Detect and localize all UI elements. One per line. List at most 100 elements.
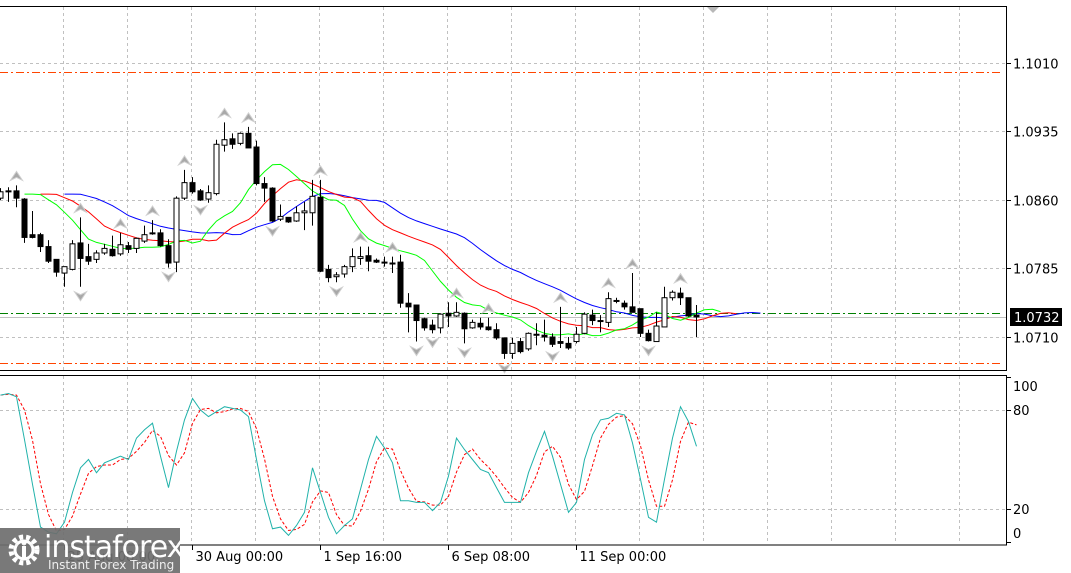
candle-body: [37, 234, 44, 248]
candle-body: [397, 261, 404, 304]
bullish-candle: [357, 246, 364, 265]
fractal-up-arrow-icon: [673, 272, 688, 284]
candle-body: [405, 302, 412, 308]
grid: [0, 7, 1005, 544]
bullish-candle: [613, 297, 620, 304]
candle-body: [45, 246, 52, 262]
bullish-candle: [301, 201, 308, 231]
candle-body: [69, 243, 76, 270]
bearish-candle: [29, 210, 36, 239]
candle-body: [421, 318, 428, 329]
bullish-candle: [605, 292, 612, 327]
bearish-candle: [85, 243, 92, 265]
fractal-up-arrow-icon: [9, 170, 24, 182]
candle-body: [429, 324, 436, 331]
price-label: 1.0935: [1013, 126, 1059, 141]
candle-body: [277, 215, 284, 220]
fractal-up-arrow-icon: [313, 165, 328, 177]
candle-body: [205, 192, 212, 200]
bullish-candle: [61, 266, 68, 287]
candle-body: [413, 304, 420, 322]
candle-body: [21, 198, 28, 238]
bearish-candle: [677, 287, 684, 306]
price-label: 1.1010: [1013, 58, 1059, 73]
candle-body: [165, 245, 172, 264]
candle-body: [653, 325, 660, 343]
bearish-candle: [13, 185, 20, 208]
candle-body: [509, 342, 516, 354]
bearish-candle: [45, 240, 52, 264]
candle-body: [613, 299, 620, 302]
candle-body: [533, 333, 540, 336]
stochastic-label: 0: [1013, 527, 1021, 542]
stochastic-main-line: [0, 392, 697, 537]
candle-body: [669, 291, 676, 299]
fractal-up-arrow-icon: [113, 217, 128, 230]
candle-body: [53, 258, 60, 273]
bullish-candle: [133, 237, 140, 253]
level-lines: [0, 72, 1007, 364]
trading-chart[interactable]: 1.0732 1.1010 1.0935 1.0860 1.0785 1.0710 10…: [0, 0, 1071, 573]
candle-body: [469, 321, 476, 329]
candle-body: [637, 308, 644, 334]
candle-body: [389, 262, 396, 265]
candle-body: [213, 143, 220, 195]
fractal-up-arrow-icon: [353, 231, 368, 243]
bearish-candle: [245, 126, 252, 149]
chart-shift-marker-icon[interactable]: [707, 7, 719, 13]
bullish-candle: [509, 337, 516, 359]
bullish-candle: [0, 188, 4, 200]
bearish-candle: [253, 140, 260, 186]
candle-body: [293, 212, 300, 222]
candle-body: [485, 326, 492, 331]
candle-body: [61, 266, 68, 274]
candle-body: [173, 197, 180, 263]
candle-body: [13, 190, 20, 199]
candle-body: [285, 216, 292, 223]
time-label: 1 Sep 16:00: [324, 550, 403, 565]
candle-body: [189, 182, 196, 193]
price-label: 1.0860: [1013, 195, 1059, 210]
candle-body: [245, 132, 252, 149]
candle-body: [109, 248, 116, 257]
bullish-candle: [69, 240, 76, 271]
bearish-candle: [549, 333, 556, 348]
fractal-down-arrow-icon: [425, 337, 440, 349]
candle-body: [341, 266, 348, 275]
bullish-candle: [661, 286, 668, 328]
current-price-text: 1.0732: [1014, 311, 1060, 326]
fractal-up-arrow-icon: [241, 112, 256, 124]
candle-body: [549, 336, 556, 345]
fractal-up-arrow-icon: [449, 287, 464, 299]
candle-body: [157, 232, 164, 247]
candle-body: [253, 146, 260, 185]
time-label: 30 Aug 00:00: [196, 550, 284, 565]
candle-body: [589, 314, 596, 322]
candle-body: [301, 210, 308, 214]
bearish-candle: [493, 323, 500, 340]
bearish-candle: [621, 300, 628, 310]
bearish-candle: [685, 297, 692, 317]
bullish-candle: [525, 332, 532, 351]
bullish-candle: [653, 312, 660, 343]
candle-body: [597, 320, 604, 323]
bullish-candle: [101, 243, 108, 255]
candle-body: [437, 313, 444, 329]
candle-body: [5, 190, 12, 193]
fractal-up-arrow-icon: [217, 107, 232, 119]
candle-body: [557, 341, 564, 344]
candle-body: [237, 132, 244, 144]
candle-body: [565, 342, 572, 349]
bullish-candle: [149, 220, 156, 235]
candle-body: [365, 255, 372, 262]
fractal-down-arrow-icon: [329, 285, 344, 298]
fractal-up-arrow-icon: [553, 291, 568, 304]
bearish-candle: [541, 319, 548, 342]
instaforex-logo: instaforex Instant Forex Trading: [0, 528, 185, 573]
candle-body: [85, 256, 92, 262]
time-label: 6 Sep 08:00: [452, 550, 531, 565]
candle-body: [261, 183, 268, 189]
bearish-candle: [269, 187, 276, 222]
candle-body: [325, 268, 332, 279]
candle-body: [133, 237, 140, 249]
